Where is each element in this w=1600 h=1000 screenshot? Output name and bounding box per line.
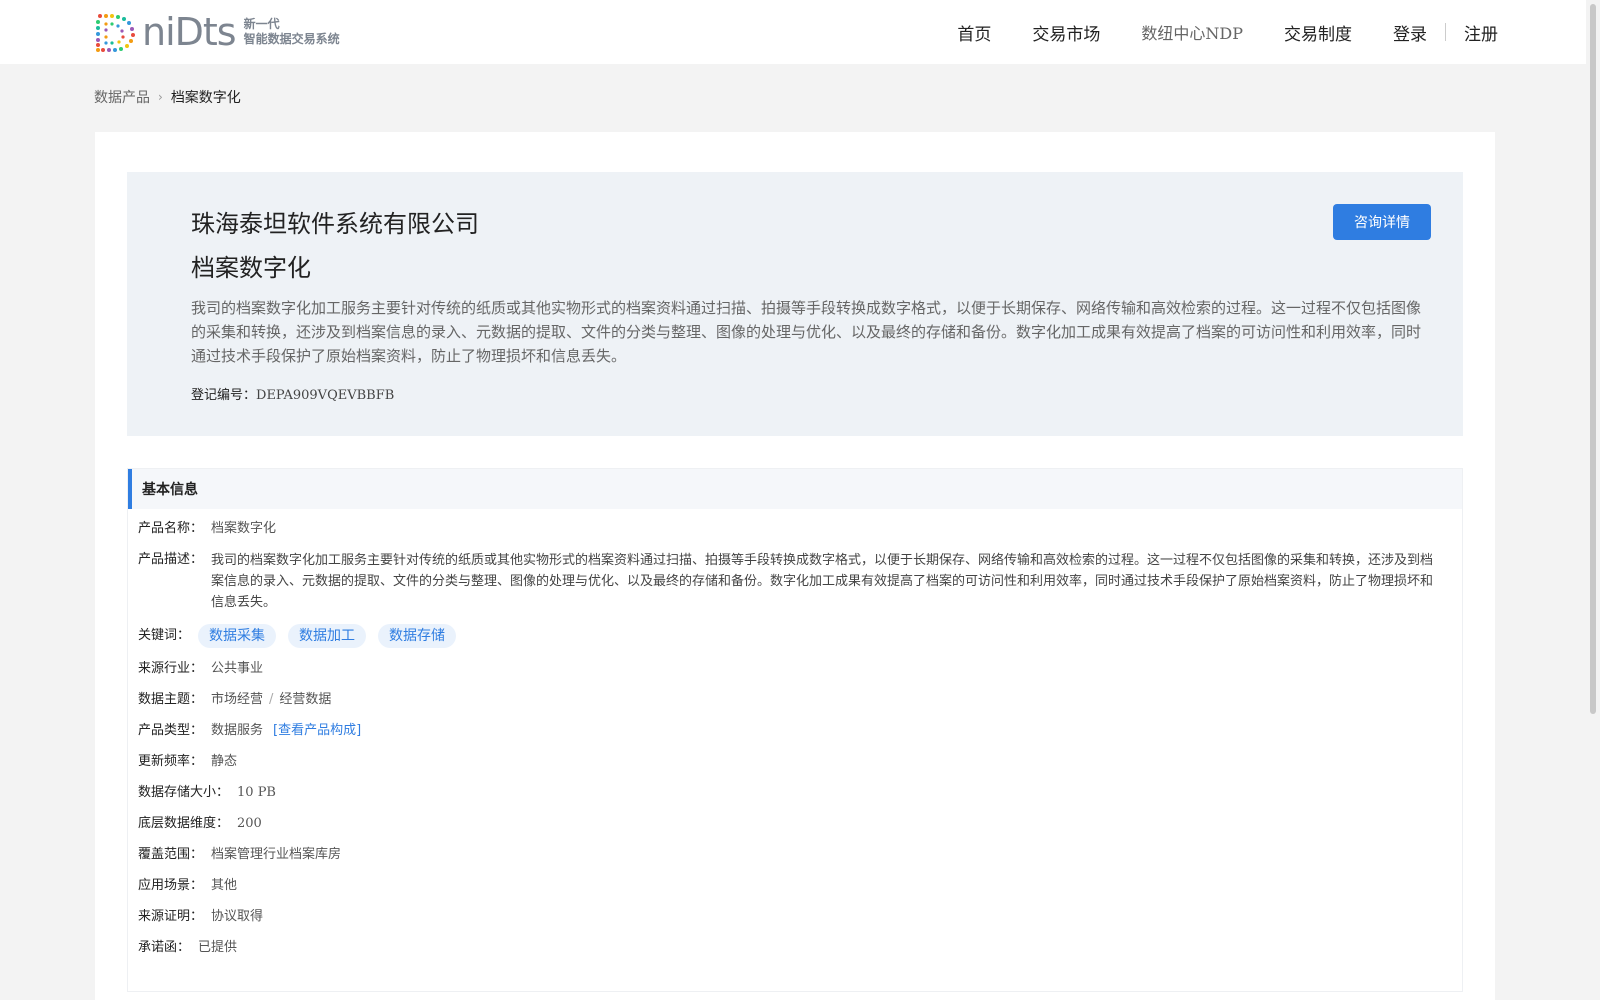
basic-info-panel: 基本信息 产品名称： 档案数字化 产品描述： 我司的档案数字化加工服务主要针对传… <box>127 468 1463 992</box>
keyword-tag[interactable]: 数据加工 <box>288 624 367 648</box>
info-row-industry: 来源行业： 公共事业 <box>138 659 1444 679</box>
product-detail-card: 珠海泰坦软件系统有限公司 档案数字化 我司的档案数字化加工服务主要针对传统的纸质… <box>95 132 1495 1000</box>
info-row-storage-size: 数据存储大小： 10 PB <box>138 783 1444 803</box>
nav-rules[interactable]: 交易制度 <box>1284 20 1352 45</box>
storage-size-value: 10 PB <box>237 785 276 800</box>
info-row-type: 产品类型： 数据服务 [查看产品构成] <box>138 721 1444 741</box>
theme-value: 市场经营 / 经营数据 <box>211 690 331 710</box>
commitment-label: 承诺函： <box>138 940 191 955</box>
keyword-tag[interactable]: 数据采集 <box>198 624 277 648</box>
coverage-value: 档案管理行业档案库房 <box>211 847 342 862</box>
breadcrumb-parent[interactable]: 数据产品 <box>94 87 150 107</box>
proof-value: 协议取得 <box>211 909 264 924</box>
logo-d-icon <box>96 14 135 52</box>
commitment-value: 已提供 <box>198 940 238 955</box>
auth-divider <box>1445 23 1446 41</box>
frequency-value: 静态 <box>211 754 238 769</box>
info-row-scenario: 应用场景： 其他 <box>138 876 1444 896</box>
info-row-name: 产品名称： 档案数字化 <box>138 519 1444 539</box>
top-header: niDts 新一代 智能数据交易系统 首页 交易市场 数纽中心NDP 交易制度 … <box>0 0 1600 64</box>
scenario-label: 应用场景： <box>138 878 204 893</box>
product-hero: 珠海泰坦软件系统有限公司 档案数字化 我司的档案数字化加工服务主要针对传统的纸质… <box>127 172 1463 436</box>
product-summary: 我司的档案数字化加工服务主要针对传统的纸质或其他实物形式的档案资料通过扫描、拍摄… <box>191 299 1422 365</box>
dimensions-label: 底层数据维度： <box>138 816 230 831</box>
breadcrumb: 数据产品 › 档案数字化 <box>94 87 241 107</box>
register-link[interactable]: 注册 <box>1464 20 1498 45</box>
keyword-tags: 数据采集 数据加工 数据存储 <box>198 624 468 648</box>
info-row-frequency: 更新频率： 静态 <box>138 752 1444 772</box>
scenario-value: 其他 <box>211 878 238 893</box>
login-link[interactable]: 登录 <box>1393 20 1427 45</box>
keywords-label: 关键词： <box>138 628 191 643</box>
consult-details-button[interactable]: 咨询详情 <box>1333 204 1431 240</box>
nav-home[interactable]: 首页 <box>957 20 991 45</box>
type-label: 产品类型： <box>138 723 204 738</box>
scrollbar-thumb[interactable] <box>1590 4 1596 714</box>
description-label: 产品描述： <box>138 552 204 567</box>
registration-value: DEPA909VQEVBBFB <box>256 388 395 403</box>
description-value: 我司的档案数字化加工服务主要针对传统的纸质或其他实物形式的档案资料通过扫描、拍摄… <box>211 553 1434 610</box>
name-label: 产品名称： <box>138 521 204 536</box>
theme-primary: 市场经营 <box>211 692 264 707</box>
industry-value: 公共事业 <box>211 661 264 676</box>
info-row-description: 产品描述： 我司的档案数字化加工服务主要针对传统的纸质或其他实物形式的档案资料通… <box>138 550 1444 613</box>
info-row-proof: 来源证明： 协议取得 <box>138 907 1444 927</box>
frequency-label: 更新频率： <box>138 754 204 769</box>
chevron-right-icon: › <box>158 90 163 104</box>
company-name: 珠海泰坦软件系统有限公司 <box>191 210 479 238</box>
theme-label: 数据主题： <box>138 692 204 707</box>
nav-market[interactable]: 交易市场 <box>1032 20 1100 45</box>
theme-secondary: 经营数据 <box>279 692 332 707</box>
logo-wordmark: niDts <box>142 10 237 54</box>
basic-info-body: 产品名称： 档案数字化 产品描述： 我司的档案数字化加工服务主要针对传统的纸质或… <box>128 509 1462 958</box>
auth-links: 登录 注册 <box>1393 20 1498 45</box>
type-value: 数据服务 <box>211 723 264 738</box>
dimensions-value: 200 <box>237 816 262 831</box>
name-value: 档案数字化 <box>211 521 277 536</box>
theme-separator: / <box>269 692 274 707</box>
breadcrumb-current: 档案数字化 <box>170 90 241 106</box>
basic-info-title: 基本信息 <box>128 469 1462 509</box>
info-row-theme: 数据主题： 市场经营 / 经营数据 <box>138 690 1444 710</box>
main-nav: 首页 交易市场 数纽中心NDP 交易制度 登录 注册 <box>916 0 1498 64</box>
info-row-dimensions: 底层数据维度： 200 <box>138 814 1444 834</box>
proof-label: 来源证明： <box>138 909 204 924</box>
industry-label: 来源行业： <box>138 661 204 676</box>
registration-label: 登记编号： <box>191 388 257 403</box>
keyword-tag[interactable]: 数据存储 <box>378 624 457 648</box>
logo-tagline-line2: 智能数据交易系统 <box>243 32 340 46</box>
coverage-label: 覆盖范围： <box>138 847 204 862</box>
view-composition-link[interactable]: [查看产品构成] <box>273 721 361 741</box>
registration-number: 登记编号：DEPA909VQEVBBFB <box>191 384 394 403</box>
info-row-commitment: 承诺函： 已提供 <box>138 938 1444 958</box>
info-row-coverage: 覆盖范围： 档案管理行业档案库房 <box>138 845 1444 865</box>
site-logo[interactable]: niDts 新一代 智能数据交易系统 <box>94 10 354 54</box>
logo-tagline: 新一代 智能数据交易系统 <box>244 17 340 47</box>
page-scrollbar[interactable] <box>1586 0 1600 1000</box>
logo-tagline-line1: 新一代 <box>243 17 280 31</box>
product-title: 档案数字化 <box>191 254 311 282</box>
nav-ndp[interactable]: 数纽中心NDP <box>1141 20 1243 44</box>
info-row-keywords: 关键词： 数据采集 数据加工 数据存储 <box>138 624 1444 648</box>
storage-size-label: 数据存储大小： <box>138 785 230 800</box>
